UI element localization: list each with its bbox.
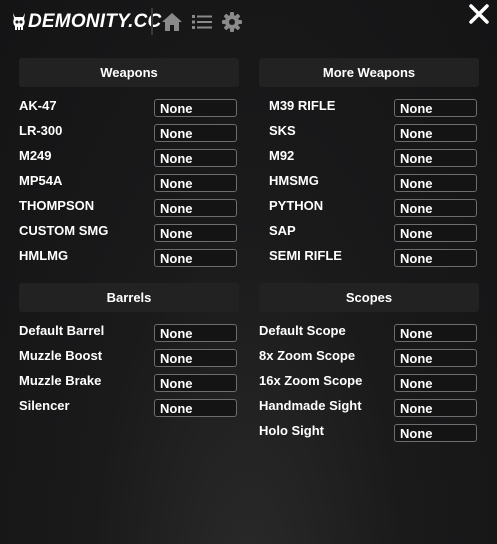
weapon-label: CUSTOM SMG	[19, 223, 109, 238]
barrel-label: Silencer	[19, 398, 70, 413]
scope-skin-select[interactable]: None	[394, 324, 477, 342]
weapon-label: LR-300	[19, 123, 63, 138]
weapon-skin-select[interactable]: None	[394, 199, 477, 217]
weapon-skin-select[interactable]: None	[154, 124, 237, 142]
barrels-section-title: Barrels	[106, 290, 152, 305]
weapon-label: PYTHON	[269, 198, 324, 213]
weapon-label: MP54A	[19, 173, 63, 188]
weapon-label: M249	[19, 148, 52, 163]
logo: DEMONITY.CC	[12, 10, 161, 34]
weapon-label: SEMI RIFLE	[269, 248, 342, 263]
scopes-section-title: Scopes	[345, 290, 393, 305]
weapon-label: THOMPSON	[19, 198, 95, 213]
weapon-label: M92	[269, 148, 295, 163]
scope-skin-select[interactable]: None	[394, 374, 477, 392]
weapon-skin-select[interactable]: None	[394, 149, 477, 167]
barrel-skin-select[interactable]: None	[154, 349, 237, 367]
weapon-skin-select[interactable]: None	[154, 224, 237, 242]
weapon-label: HMLMG	[19, 248, 69, 263]
skull-icon	[13, 13, 25, 30]
barrel-skin-select[interactable]: None	[154, 324, 237, 342]
close-icon[interactable]	[468, 3, 490, 25]
weapon-skin-select[interactable]: None	[154, 199, 237, 217]
barrel-label: Muzzle Brake	[19, 373, 102, 388]
weapon-label: SKS	[269, 123, 296, 138]
weapon-skin-select[interactable]: None	[394, 99, 477, 117]
weapon-label: SAP	[269, 223, 296, 238]
weapons-section-title: Weapons	[100, 65, 158, 80]
header-divider	[151, 8, 153, 35]
more-weapons-section-title: More Weapons	[322, 65, 416, 80]
scope-label: Holo Sight	[259, 423, 324, 438]
weapon-label: HMSMG	[269, 173, 319, 188]
scope-label: 8x Zoom Scope	[259, 348, 356, 363]
barrel-label: Muzzle Boost	[19, 348, 103, 363]
weapons-section-header: Weapons	[19, 58, 239, 87]
scope-skin-select[interactable]: None	[394, 349, 477, 367]
list-icon[interactable]	[191, 11, 213, 33]
logo-text: DEMONITY.CC	[28, 11, 162, 32]
weapon-label: M39 RIFLE	[269, 98, 336, 113]
barrel-label: Default Barrel	[19, 323, 105, 338]
weapon-skin-select[interactable]: None	[154, 174, 237, 192]
weapon-skin-select[interactable]: None	[394, 124, 477, 142]
weapon-skin-select[interactable]: None	[394, 174, 477, 192]
scope-skin-select[interactable]: None	[394, 399, 477, 417]
weapon-skin-select[interactable]: None	[154, 99, 237, 117]
gear-icon[interactable]	[221, 11, 243, 33]
weapon-label: AK-47	[19, 98, 57, 113]
weapon-skin-select[interactable]: None	[394, 224, 477, 242]
title-bar: DEMONITY.CC	[0, 0, 497, 42]
scope-label: Default Scope	[259, 323, 346, 338]
barrel-skin-select[interactable]: None	[154, 399, 237, 417]
barrel-skin-select[interactable]: None	[154, 374, 237, 392]
more-weapons-section-header: More Weapons	[259, 58, 479, 87]
home-icon[interactable]	[161, 11, 183, 33]
scope-label: Handmade Sight	[259, 398, 362, 413]
scope-skin-select[interactable]: None	[394, 424, 477, 442]
weapon-skin-select[interactable]: None	[394, 249, 477, 267]
weapon-skin-select[interactable]: None	[154, 149, 237, 167]
weapon-skin-select[interactable]: None	[154, 249, 237, 267]
barrels-section-header: Barrels	[19, 283, 239, 312]
scope-label: 16x Zoom Scope	[259, 373, 363, 388]
scopes-section-header: Scopes	[259, 283, 479, 312]
